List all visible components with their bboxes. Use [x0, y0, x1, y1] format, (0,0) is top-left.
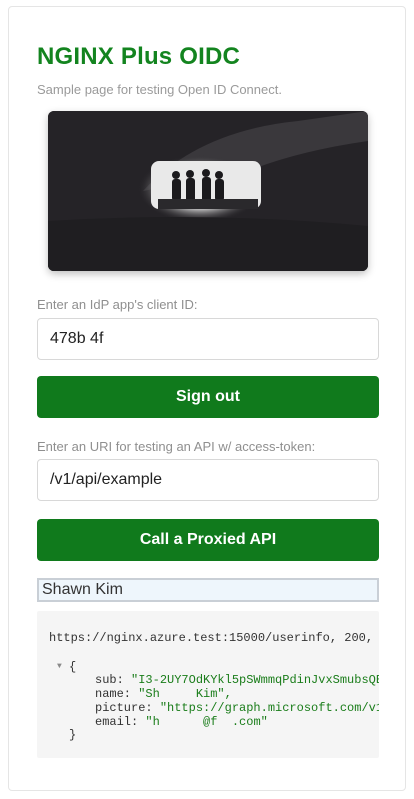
- json-name-line: name: "Sh Kim",: [95, 687, 232, 701]
- main-card: NGINX Plus OIDC Sample page for testing …: [8, 6, 406, 791]
- tunnel-silhouette-image: [48, 111, 368, 271]
- sign-out-button[interactable]: Sign out: [37, 376, 379, 418]
- json-value-picture: "https://graph.microsoft.com/v1: [159, 701, 379, 715]
- json-sub-line: sub: "I3-2UY7OdKYkl5pSWmmqPdinJvxSmubsQE: [95, 673, 379, 687]
- json-value-name: "Sh Kim",: [138, 687, 232, 701]
- json-close-brace: }: [69, 728, 77, 742]
- call-proxied-api-button[interactable]: Call a Proxied API: [37, 519, 379, 561]
- json-key-name: name:: [95, 687, 139, 701]
- json-value-sub: "I3-2UY7OdKYkl5pSWmmqPdinJvxSmubsQE: [131, 673, 379, 687]
- api-uri-label: Enter an URI for testing an API w/ acces…: [37, 439, 316, 454]
- json-key-picture: picture:: [95, 701, 160, 715]
- json-email-line: email: "h @f .com": [95, 715, 268, 729]
- user-name-field[interactable]: Shawn Kim: [37, 578, 379, 602]
- userinfo-response-panel: https://nginx.azure.test:15000/userinfo,…: [37, 611, 379, 758]
- hero-image: [48, 111, 368, 271]
- userinfo-header: https://nginx.azure.test:15000/userinfo,…: [49, 631, 374, 645]
- client-id-label: Enter an IdP app's client ID:: [37, 297, 198, 312]
- collapse-toggle-icon[interactable]: ▼: [57, 662, 62, 671]
- json-value-email: "h @f .com": [145, 715, 268, 729]
- client-id-input[interactable]: 478b 4f: [37, 318, 379, 360]
- json-key-email: email:: [95, 715, 146, 729]
- json-picture-line: picture: "https://graph.microsoft.com/v1: [95, 701, 379, 715]
- api-uri-input[interactable]: /v1/api/example: [37, 459, 379, 501]
- page-title: NGINX Plus OIDC: [37, 43, 241, 70]
- json-key-sub: sub:: [95, 673, 132, 687]
- json-open-brace: {: [69, 660, 77, 674]
- page-subtitle: Sample page for testing Open ID Connect.: [37, 82, 282, 97]
